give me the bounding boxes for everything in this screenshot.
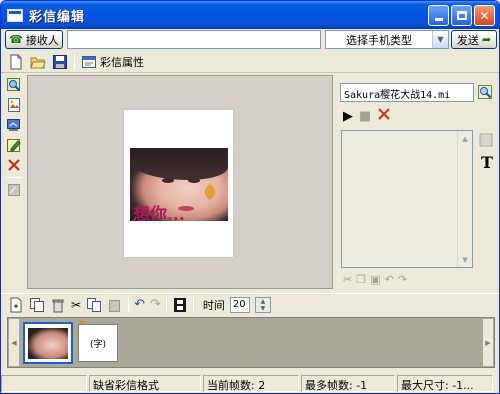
sound-file-field[interactable]: Sakura樱花大战14.mi (340, 83, 474, 102)
time-input[interactable]: 20 (229, 296, 250, 313)
recipient-button[interactable]: ☎ 接收人 (5, 30, 63, 49)
paste-icon (107, 297, 123, 313)
frame-thumbnail-1[interactable] (23, 322, 73, 364)
recipient-input[interactable] (67, 30, 321, 49)
mms-editor-window: 彩信编辑 ✕ ☎ 接收人 选择手机类型 ▼ 发送 ➦ 彩信属性 想你... Sa… (0, 0, 500, 394)
status-current-frames: 当前帧数: 2 (203, 374, 299, 392)
send-button[interactable]: 发送 ➦ (451, 30, 497, 49)
status-format: 缺省彩信格式 (89, 374, 201, 392)
copy-icon[interactable] (86, 297, 102, 313)
properties-label: 彩信属性 (100, 55, 144, 69)
text-tools: T (479, 133, 495, 172)
frame-thumbnail-2[interactable]: (字) (78, 324, 118, 362)
phone-icon: ☎ (9, 33, 23, 46)
status-empty (1, 374, 87, 392)
paste-icon: ▣ (370, 273, 381, 286)
left-tool-column (6, 77, 24, 198)
recipient-button-label: 接收人 (25, 33, 59, 47)
toolbar-separator (192, 296, 194, 313)
cut-frame-icon[interactable]: ✂ (71, 298, 81, 312)
frame-toolbar: ✂ ↶ ↷ 时间 20 ▲ ▼ (1, 293, 499, 315)
frame-page[interactable]: 想你... (123, 109, 234, 258)
new-file-icon[interactable] (8, 54, 24, 70)
maximize-button[interactable] (451, 5, 472, 26)
main-toolbar: 彩信属性 (1, 51, 499, 73)
phone-type-value: 选择手机类型 (346, 33, 412, 47)
remove-sound-icon[interactable] (377, 107, 391, 125)
play-icon[interactable]: ▶ (343, 109, 353, 124)
properties-button[interactable]: 彩信属性 (81, 54, 144, 70)
copy-icon: ❐ (356, 273, 367, 286)
delete-icon[interactable] (6, 157, 22, 173)
phone-type-select[interactable]: 选择手机类型 ▼ (325, 30, 449, 49)
cut-icon: ✂ (343, 273, 353, 286)
status-max-size: 最大尺寸: -1... (397, 374, 493, 392)
frame-text-area[interactable]: ▲ ▼ (341, 130, 473, 268)
toolbar-separator (165, 296, 167, 313)
text-image-icon (479, 133, 495, 149)
zoom-image-icon[interactable] (6, 77, 22, 93)
new-frame-icon[interactable] (8, 297, 24, 313)
film-icon[interactable] (172, 297, 188, 313)
spin-up-icon[interactable]: ▲ (256, 298, 270, 305)
text-edit-tools: ✂ ❐ ▣ ↶ ↷ (343, 273, 407, 286)
scroll-down-icon[interactable]: ▼ (458, 252, 472, 267)
butterfly-icon (201, 183, 219, 201)
recipient-bar: ☎ 接收人 选择手机类型 ▼ 发送 ➦ (5, 30, 497, 50)
status-bar: 缺省彩信格式 当前帧数: 2 最多帧数: -1 最大尺寸: -1... (1, 373, 499, 393)
canvas-area: 想你... (27, 75, 333, 289)
frame-thumbnail-image (28, 328, 68, 359)
time-label: 时间 (202, 298, 225, 312)
spin-down-icon[interactable]: ▼ (256, 305, 270, 312)
playback-controls: ▶ ■ (343, 107, 391, 125)
redo-icon: ↷ (149, 297, 161, 312)
text-scrollbar[interactable]: ▲ ▼ (457, 131, 472, 267)
edit-text-icon[interactable] (6, 137, 22, 153)
toolbar-separator (74, 53, 75, 70)
scroll-right-icon[interactable]: ▶ (482, 318, 494, 367)
insert-image-icon[interactable] (6, 97, 22, 113)
frame-2-label: (字) (89, 339, 107, 350)
insert-picture-icon[interactable] (6, 117, 22, 133)
scroll-left-icon[interactable]: ◀ (8, 318, 20, 367)
tool-separator (6, 177, 22, 178)
send-arrow-icon: ➦ (481, 33, 492, 46)
close-button[interactable]: ✕ (474, 5, 495, 26)
disabled-tool-icon (6, 182, 22, 198)
right-panel: Sakura樱花大战14.mi ▶ ■ ▲ ▼ T ✂ ❐ ▣ ↶ ↷ (335, 75, 499, 289)
save-icon[interactable] (52, 54, 68, 70)
toolbar-separator (128, 296, 130, 313)
minimize-button[interactable] (428, 5, 449, 26)
frames-strip: ◀ ♫ (字) ▶ (7, 317, 495, 368)
undo-icon[interactable]: ↶ (134, 297, 145, 312)
undo-icon: ↶ (384, 273, 394, 286)
text-format-icon[interactable]: T (481, 153, 493, 172)
title-bar: 彩信编辑 ✕ (1, 1, 499, 29)
frame-photo[interactable]: 想你... (130, 148, 228, 221)
trash-icon[interactable] (50, 297, 66, 313)
copy-frame-icon[interactable] (29, 297, 45, 313)
open-folder-icon[interactable] (30, 54, 46, 70)
redo-icon: ↷ (397, 273, 407, 286)
send-button-label: 发送 (456, 33, 479, 47)
properties-icon (81, 54, 97, 70)
time-spinner[interactable]: ▲ ▼ (254, 296, 271, 313)
status-max-frames: 最多帧数: -1 (301, 374, 395, 392)
window-icon (7, 8, 23, 22)
photo-caption: 想你... (133, 205, 185, 221)
scroll-up-icon[interactable]: ▲ (458, 131, 472, 146)
chevron-down-icon[interactable]: ▼ (432, 31, 448, 48)
browse-sound-icon[interactable] (477, 84, 493, 100)
window-title: 彩信编辑 (29, 9, 86, 25)
stop-icon[interactable]: ■ (359, 109, 371, 124)
window-controls: ✕ (428, 5, 495, 26)
